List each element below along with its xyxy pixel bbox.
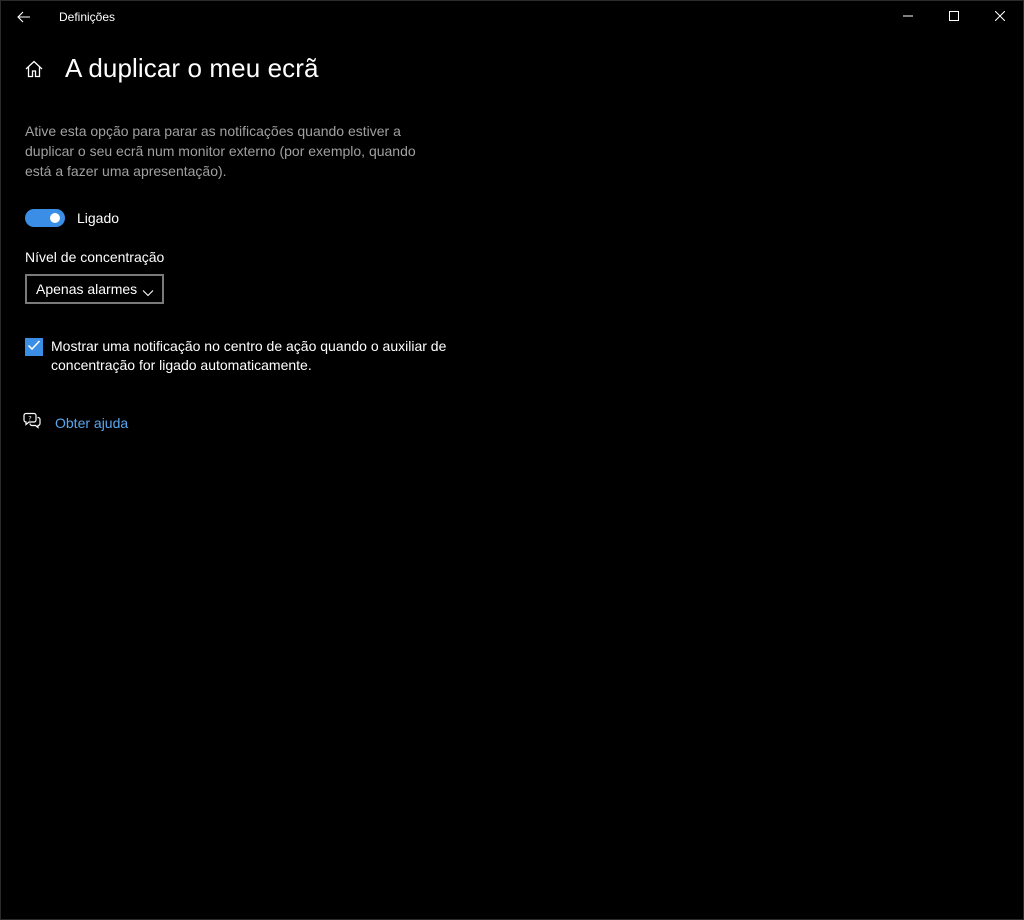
maximize-icon — [949, 8, 959, 26]
back-arrow-icon — [17, 11, 31, 23]
notification-checkbox[interactable] — [25, 338, 43, 356]
close-button[interactable] — [977, 1, 1023, 33]
close-icon — [994, 8, 1006, 26]
toggle-state-label: Ligado — [77, 210, 120, 226]
focus-level-label: Nível de concentração — [25, 249, 165, 265]
settings-window: Definições A duplicar o meu ecrã Ative e… — [0, 0, 1024, 920]
caption-buttons — [885, 1, 1023, 33]
checkmark-icon — [27, 338, 41, 356]
back-button[interactable] — [1, 1, 47, 33]
minimize-button[interactable] — [885, 1, 931, 33]
help-chat-icon: ? — [23, 411, 41, 434]
title-bar: Definições — [1, 1, 1023, 33]
help-row: ? Obter ajuda — [23, 411, 128, 434]
focus-level-dropdown[interactable]: Apenas alarmes — [25, 274, 164, 304]
notification-checkbox-label: Mostrar uma notificação no centro de açã… — [51, 338, 447, 373]
page-title: A duplicar o meu ecrã — [65, 53, 319, 83]
app-title: Definições — [59, 10, 116, 24]
notification-checkbox-row: Mostrar uma notificação no centro de açã… — [25, 337, 451, 375]
focus-level-selected-value: Apenas alarmes — [36, 281, 138, 297]
toggle-knob — [50, 213, 60, 223]
maximize-button[interactable] — [931, 1, 977, 33]
chevron-down-icon — [142, 284, 154, 300]
duplicate-screen-toggle[interactable] — [25, 209, 65, 227]
minimize-icon — [903, 8, 913, 26]
duplicate-screen-toggle-row: Ligado — [25, 209, 119, 227]
page-header: A duplicar o meu ecrã — [23, 53, 319, 84]
page-description: Ative esta opção para parar as notificaç… — [25, 123, 416, 179]
get-help-link[interactable]: Obter ajuda — [55, 415, 128, 431]
svg-text:?: ? — [28, 414, 31, 422]
home-icon[interactable] — [23, 58, 45, 80]
